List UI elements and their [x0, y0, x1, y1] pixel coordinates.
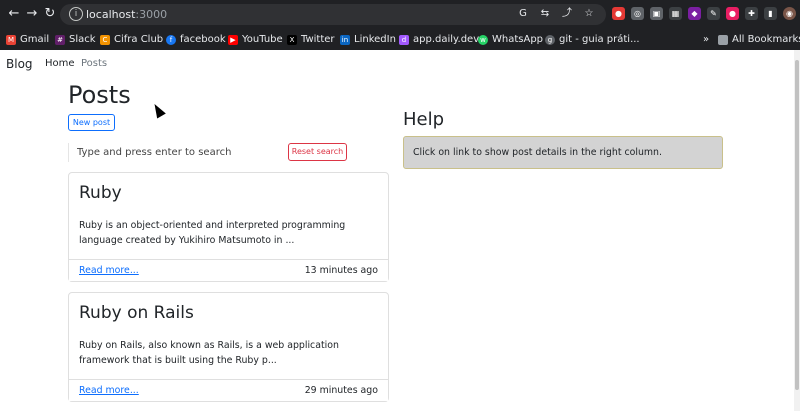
bookmark-slack[interactable]: # Slack — [55, 32, 96, 47]
daily-dev-icon: d — [399, 34, 409, 45]
reload-icon[interactable]: ↻ — [42, 6, 58, 22]
post-time: 29 minutes ago — [304, 385, 378, 396]
site-info-icon[interactable]: i — [69, 7, 83, 21]
gmail-icon: M — [6, 34, 16, 45]
post-card-footer: Read more... 13 minutes ago — [69, 259, 388, 281]
puzzle-icon[interactable]: ✚ — [745, 7, 758, 20]
post-time: 13 minutes ago — [304, 265, 378, 276]
pen-icon[interactable]: ✎ — [707, 7, 720, 20]
translate-icon[interactable]: ⇆ — [538, 7, 552, 21]
browser-chrome: ← → ↻ i localhost:3000 G ⇆ ⤴ ☆ ● ◎ ▣ ▦ ◆… — [0, 0, 800, 50]
bookmark-gmail[interactable]: M Gmail — [6, 32, 49, 47]
search-input[interactable] — [68, 143, 278, 162]
extension-icon[interactable]: ● — [726, 7, 739, 20]
bookmark-twitter[interactable]: X Twitter — [287, 32, 335, 47]
navbar-brand[interactable]: Blog — [6, 57, 33, 71]
extension-icon[interactable]: ● — [612, 7, 625, 20]
bookmark-facebook[interactable]: f facebook — [166, 32, 226, 47]
bookmark-linkedin[interactable]: in LinkedIn — [340, 32, 396, 47]
share-icon[interactable]: ⤴ — [560, 7, 574, 21]
bookmark-star-icon[interactable]: ☆ — [582, 7, 596, 21]
address-bar[interactable]: i localhost:3000 G ⇆ ⤴ ☆ — [60, 4, 606, 25]
bookmark-whatsapp[interactable]: w WhatsApp — [478, 32, 543, 47]
bookmarks-bar: M Gmail # Slack C Cifra Club f facebook ▶ You… — [0, 29, 800, 50]
post-card: Ruby on Rails Ruby on Rails, also known … — [68, 292, 389, 402]
side-panel-icon[interactable]: ▮ — [764, 7, 777, 20]
reset-search-button[interactable]: Reset search — [288, 143, 347, 161]
extension-icon[interactable]: ◎ — [631, 7, 644, 20]
post-card: Ruby Ruby is an object-oriented and inte… — [68, 172, 389, 282]
bookmark-youtube[interactable]: ▶ YouTube — [228, 32, 283, 47]
avatar[interactable]: ◉ — [783, 7, 796, 20]
x-icon: X — [287, 34, 297, 45]
post-excerpt: Ruby on Rails, also known as Rails, is a… — [79, 340, 339, 366]
more-bookmarks-button[interactable]: » — [703, 32, 709, 47]
forward-icon[interactable]: → — [24, 6, 40, 22]
scrollbar-thumb[interactable] — [795, 60, 799, 390]
google-lens-icon[interactable]: G — [516, 7, 530, 21]
help-message: Click on link to show post details in th… — [413, 147, 662, 158]
whatsapp-icon: w — [478, 34, 488, 45]
extension-icon[interactable]: ▣ — [650, 7, 663, 20]
extensions-bar: ● ◎ ▣ ▦ ◆ ✎ ● ✚ ▮ ◉ ⋮ — [612, 7, 800, 20]
youtube-icon: ▶ — [228, 34, 238, 45]
bookmark-daily-dev[interactable]: d app.daily.dev — [399, 32, 479, 47]
slack-icon: # — [55, 34, 65, 45]
site-navbar: Blog Home Posts — [0, 50, 795, 78]
nav-home-link[interactable]: Home — [45, 58, 75, 69]
bookmark-cifra-club[interactable]: C Cifra Club — [100, 32, 163, 47]
url-text[interactable]: localhost:3000 — [86, 7, 167, 22]
new-post-button[interactable]: New post — [68, 114, 115, 131]
facebook-icon: f — [166, 34, 176, 45]
browser-toolbar: ← → ↻ i localhost:3000 G ⇆ ⤴ ☆ ● ◎ ▣ ▦ ◆… — [0, 0, 800, 29]
folder-icon — [718, 34, 728, 45]
globe-icon: g — [545, 34, 555, 45]
mouse-cursor-icon — [150, 101, 166, 119]
page-scrollbar[interactable] — [794, 50, 800, 411]
omnibox-actions: G ⇆ ⤴ ☆ — [516, 7, 596, 21]
back-icon[interactable]: ← — [6, 6, 22, 22]
help-title: Help — [403, 109, 445, 130]
linkedin-icon: in — [340, 34, 350, 45]
page-title: Posts — [68, 81, 131, 109]
bookmark-git-guide[interactable]: g git - guia práti... — [545, 32, 640, 47]
extension-icon[interactable]: ▦ — [669, 7, 682, 20]
help-panel: Click on link to show post details in th… — [403, 136, 723, 169]
all-bookmarks-button[interactable]: All Bookmarks — [718, 32, 800, 47]
read-more-link[interactable]: Read more... — [79, 265, 139, 276]
post-card-footer: Read more... 29 minutes ago — [69, 379, 388, 401]
read-more-link[interactable]: Read more... — [79, 385, 139, 396]
post-title: Ruby — [79, 183, 122, 203]
extension-icon[interactable]: ◆ — [688, 7, 701, 20]
post-excerpt: Ruby is an object-oriented and interpret… — [79, 220, 346, 246]
cifra-club-icon: C — [100, 34, 110, 45]
nav-posts-link[interactable]: Posts — [81, 58, 107, 69]
post-title: Ruby on Rails — [79, 303, 194, 323]
